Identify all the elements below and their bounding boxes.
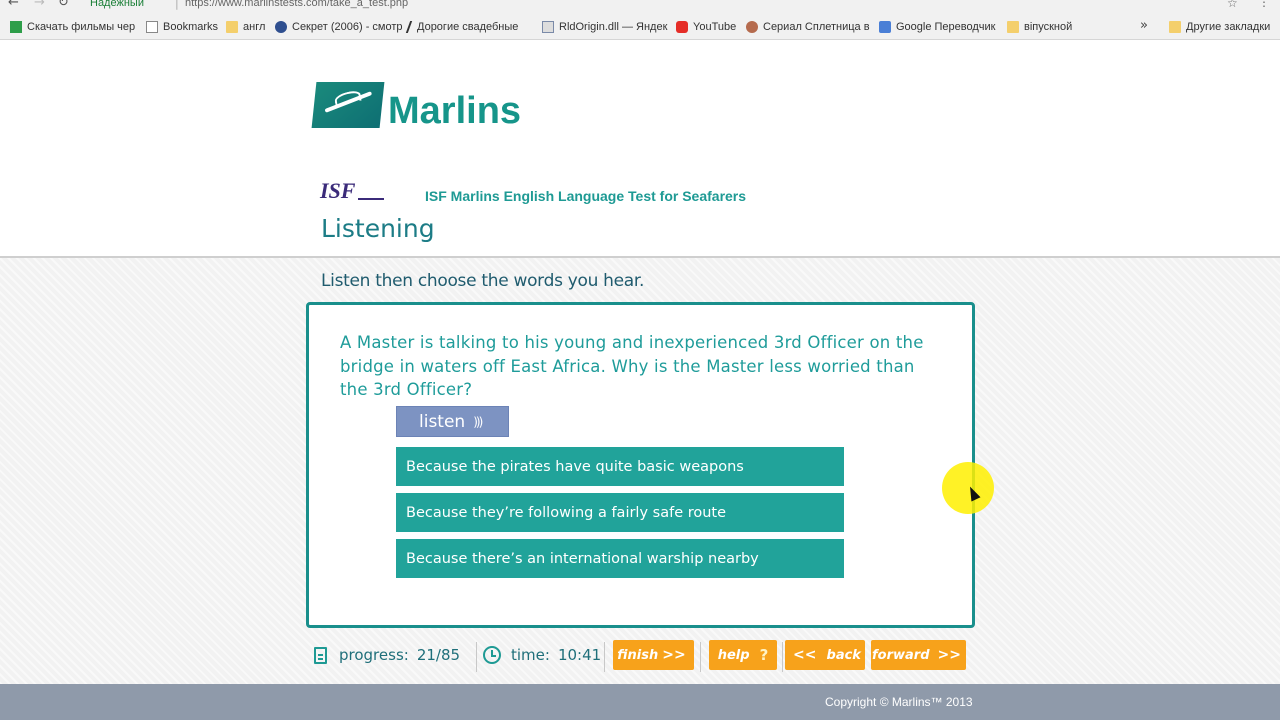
reload-icon[interactable]: ↻ bbox=[58, 0, 69, 10]
question-mark-icon: ? bbox=[759, 646, 769, 664]
bookmark-label: Bookmarks bbox=[163, 21, 219, 33]
progress-label: progress: bbox=[339, 646, 409, 664]
answer-option-3[interactable]: Because there’s an international warship… bbox=[396, 539, 844, 578]
bookmark-item[interactable]: Секрет (2006) - смотр bbox=[275, 19, 403, 35]
divider bbox=[782, 642, 783, 672]
security-label: Надежный bbox=[90, 0, 144, 9]
answer-option-2[interactable]: Because they’re following a fairly safe … bbox=[396, 493, 844, 532]
answer-option-1[interactable]: Because the pirates have quite basic wea… bbox=[396, 447, 844, 486]
listen-button[interactable]: listen ))) bbox=[396, 406, 509, 437]
bookmark-item[interactable]: Скачать фильмы чер bbox=[10, 19, 135, 35]
doc-icon bbox=[542, 21, 554, 33]
answer-label: Because the pirates have quite basic wea… bbox=[406, 458, 744, 475]
section-title: Listening bbox=[321, 214, 435, 243]
folder-icon bbox=[1007, 21, 1019, 33]
answer-label: Because there’s an international warship… bbox=[406, 550, 759, 567]
bookmark-item[interactable]: YouTube bbox=[676, 19, 736, 35]
divider bbox=[476, 642, 477, 672]
bookmark-label: Другие закладки bbox=[1186, 21, 1271, 33]
bookmark-label: Скачать фильмы чер bbox=[27, 21, 136, 33]
bookmark-label: віпускной bbox=[1024, 21, 1073, 33]
browser-menu-icon[interactable]: ⋮ bbox=[1258, 0, 1270, 9]
back-button[interactable]: << back bbox=[785, 640, 865, 670]
copyright-text: Copyright © Marlins™ 2013 bbox=[825, 695, 973, 709]
bookmark-label: Секрет (2006) - смотр bbox=[292, 21, 403, 33]
marlin-fish-icon bbox=[311, 82, 385, 128]
test-controls-bar: progress: 21/85 time: 10:41 finish >> he… bbox=[306, 638, 976, 674]
globe-icon bbox=[275, 21, 287, 33]
double-chevron-right-icon: >> bbox=[662, 647, 686, 663]
forward-button[interactable]: forward >> bbox=[871, 640, 966, 670]
progress-indicator: progress: 21/85 bbox=[314, 638, 460, 672]
bookmark-item[interactable]: Bookmarks bbox=[146, 19, 218, 35]
more-bookmarks-chevron[interactable]: » bbox=[1140, 18, 1148, 33]
help-label: help bbox=[717, 647, 750, 663]
browser-address-bar: ← → ↻ Надежный | https://www.marlinstest… bbox=[0, 0, 1280, 12]
bookmark-label: Дорогие свадебные bbox=[417, 21, 519, 33]
translate-icon bbox=[879, 21, 891, 33]
slash-icon bbox=[405, 21, 415, 33]
sound-wave-icon: ))) bbox=[473, 414, 483, 429]
folder-icon bbox=[1169, 21, 1181, 33]
bookmark-item[interactable]: RldOrigin.dll — Яндек bbox=[542, 19, 667, 35]
double-chevron-right-icon: >> bbox=[937, 647, 961, 663]
marlins-logo: Marlins bbox=[311, 82, 521, 132]
bookmark-label: YouTube bbox=[693, 21, 737, 33]
folder-icon bbox=[226, 21, 238, 33]
progress-value: 21/85 bbox=[416, 646, 461, 664]
divider bbox=[700, 642, 701, 672]
url-field[interactable]: https://www.marlinstests.com/take_a_test… bbox=[185, 0, 408, 9]
test-title: ISF Marlins English Language Test for Se… bbox=[425, 188, 747, 204]
forward-label: forward bbox=[872, 647, 930, 663]
listen-label: listen bbox=[419, 411, 466, 432]
brand-name: Marlins bbox=[388, 89, 522, 132]
forward-arrow-icon[interactable]: → bbox=[34, 0, 45, 10]
document-icon bbox=[314, 646, 327, 664]
divider bbox=[604, 642, 605, 672]
bookmark-item[interactable]: Сериал Сплетница в bbox=[746, 19, 870, 35]
finish-button[interactable]: finish >> bbox=[613, 640, 694, 670]
bookmark-item[interactable]: англ bbox=[226, 19, 265, 35]
help-button[interactable]: help ? bbox=[709, 640, 777, 670]
finish-label: finish bbox=[617, 647, 659, 663]
bookmarks-bar: Скачать фильмы чер Bookmarks англ Секрет… bbox=[0, 12, 1280, 40]
address-separator: | bbox=[175, 0, 179, 10]
other-bookmarks[interactable]: Другие закладки bbox=[1169, 19, 1270, 35]
bookmark-label: англ bbox=[243, 21, 266, 33]
clock-icon bbox=[483, 646, 501, 664]
bookmark-label: Сериал Сплетница в bbox=[763, 21, 870, 33]
back-arrow-icon[interactable]: ← bbox=[8, 0, 19, 10]
bookmark-item[interactable]: Дорогие свадебные bbox=[405, 19, 519, 35]
back-label: back bbox=[826, 647, 861, 663]
question-text: A Master is talking to his young and ine… bbox=[340, 333, 924, 399]
face-icon bbox=[746, 21, 758, 33]
bookmark-item[interactable]: Google Переводчик bbox=[879, 19, 996, 35]
bookmark-label: Google Переводчик bbox=[896, 21, 996, 33]
instruction-text: Listen then choose the words you hear. bbox=[321, 271, 645, 291]
youtube-icon bbox=[676, 21, 688, 33]
answer-label: Because they’re following a fairly safe … bbox=[406, 504, 727, 521]
isf-logo-icon: ISF bbox=[320, 178, 384, 204]
time-label: time: bbox=[511, 646, 550, 664]
bookmark-star-icon[interactable]: ☆ bbox=[1227, 0, 1238, 10]
timer: time: 10:41 bbox=[483, 638, 601, 672]
copyright-bar: Copyright © Marlins™ 2013 bbox=[0, 684, 1280, 720]
question-card: A Master is talking to his young and ine… bbox=[306, 302, 975, 628]
time-value: 10:41 bbox=[557, 646, 602, 664]
green-square-icon bbox=[10, 21, 22, 33]
page-icon bbox=[146, 21, 158, 33]
bookmark-label: RldOrigin.dll — Яндек bbox=[559, 21, 668, 33]
double-chevron-left-icon: << bbox=[793, 647, 817, 663]
bookmark-item[interactable]: віпускной bbox=[1007, 19, 1072, 35]
